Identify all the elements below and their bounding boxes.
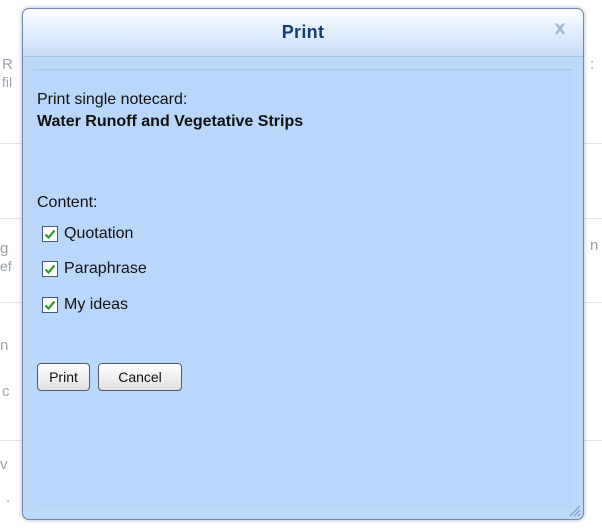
checkmark-icon <box>44 300 56 311</box>
bg-divider <box>0 302 22 303</box>
bg-text-fragment: ef <box>0 258 12 274</box>
bg-text-fragment: : <box>590 56 595 73</box>
resize-grip-icon[interactable] <box>567 503 581 517</box>
paraphrase-label: Paraphrase <box>64 260 147 277</box>
quotation-label: Quotation <box>64 225 134 242</box>
dialog-title: Print <box>281 22 325 42</box>
bg-divider <box>584 440 602 441</box>
bg-divider <box>0 440 22 441</box>
bg-text-fragment: R <box>2 56 13 73</box>
quotation-checkbox[interactable] <box>42 226 58 242</box>
option-quotation[interactable]: Quotation <box>42 224 133 244</box>
bg-text-fragment: n <box>590 237 599 254</box>
bg-text-fragment: c <box>2 383 10 400</box>
print-heading: Print single notecard: <box>37 91 188 108</box>
bg-divider <box>584 302 602 303</box>
option-my-ideas[interactable]: My ideas <box>42 295 128 315</box>
content-label: Content: <box>37 194 98 211</box>
close-icon[interactable]: x <box>550 19 570 39</box>
option-paraphrase[interactable]: Paraphrase <box>42 259 147 279</box>
bg-text-fragment: v <box>0 456 8 473</box>
bg-divider <box>0 143 22 144</box>
dialog-titlebar[interactable]: Print x <box>23 9 583 57</box>
my-ideas-checkbox[interactable] <box>42 297 58 313</box>
checkmark-icon <box>44 264 56 275</box>
bg-divider <box>0 218 22 219</box>
bg-text-fragment: fil <box>2 74 13 90</box>
print-button[interactable]: Print <box>37 363 90 391</box>
my-ideas-label: My ideas <box>64 296 129 313</box>
bg-text-fragment: g <box>0 240 9 257</box>
bg-divider <box>584 143 602 144</box>
dialog-body: Print single notecard: Water Runoff and … <box>33 69 573 509</box>
print-dialog: Print x Print single notecard: Water Run… <box>22 8 584 520</box>
bg-divider <box>584 218 602 219</box>
notecard-title: Water Runoff and Vegetative Strips <box>37 113 304 130</box>
bg-text-fragment: . <box>6 489 11 506</box>
checkmark-icon <box>44 229 56 240</box>
cancel-button[interactable]: Cancel <box>98 363 182 391</box>
paraphrase-checkbox[interactable] <box>42 261 58 277</box>
bg-text-fragment: n <box>0 337 9 354</box>
